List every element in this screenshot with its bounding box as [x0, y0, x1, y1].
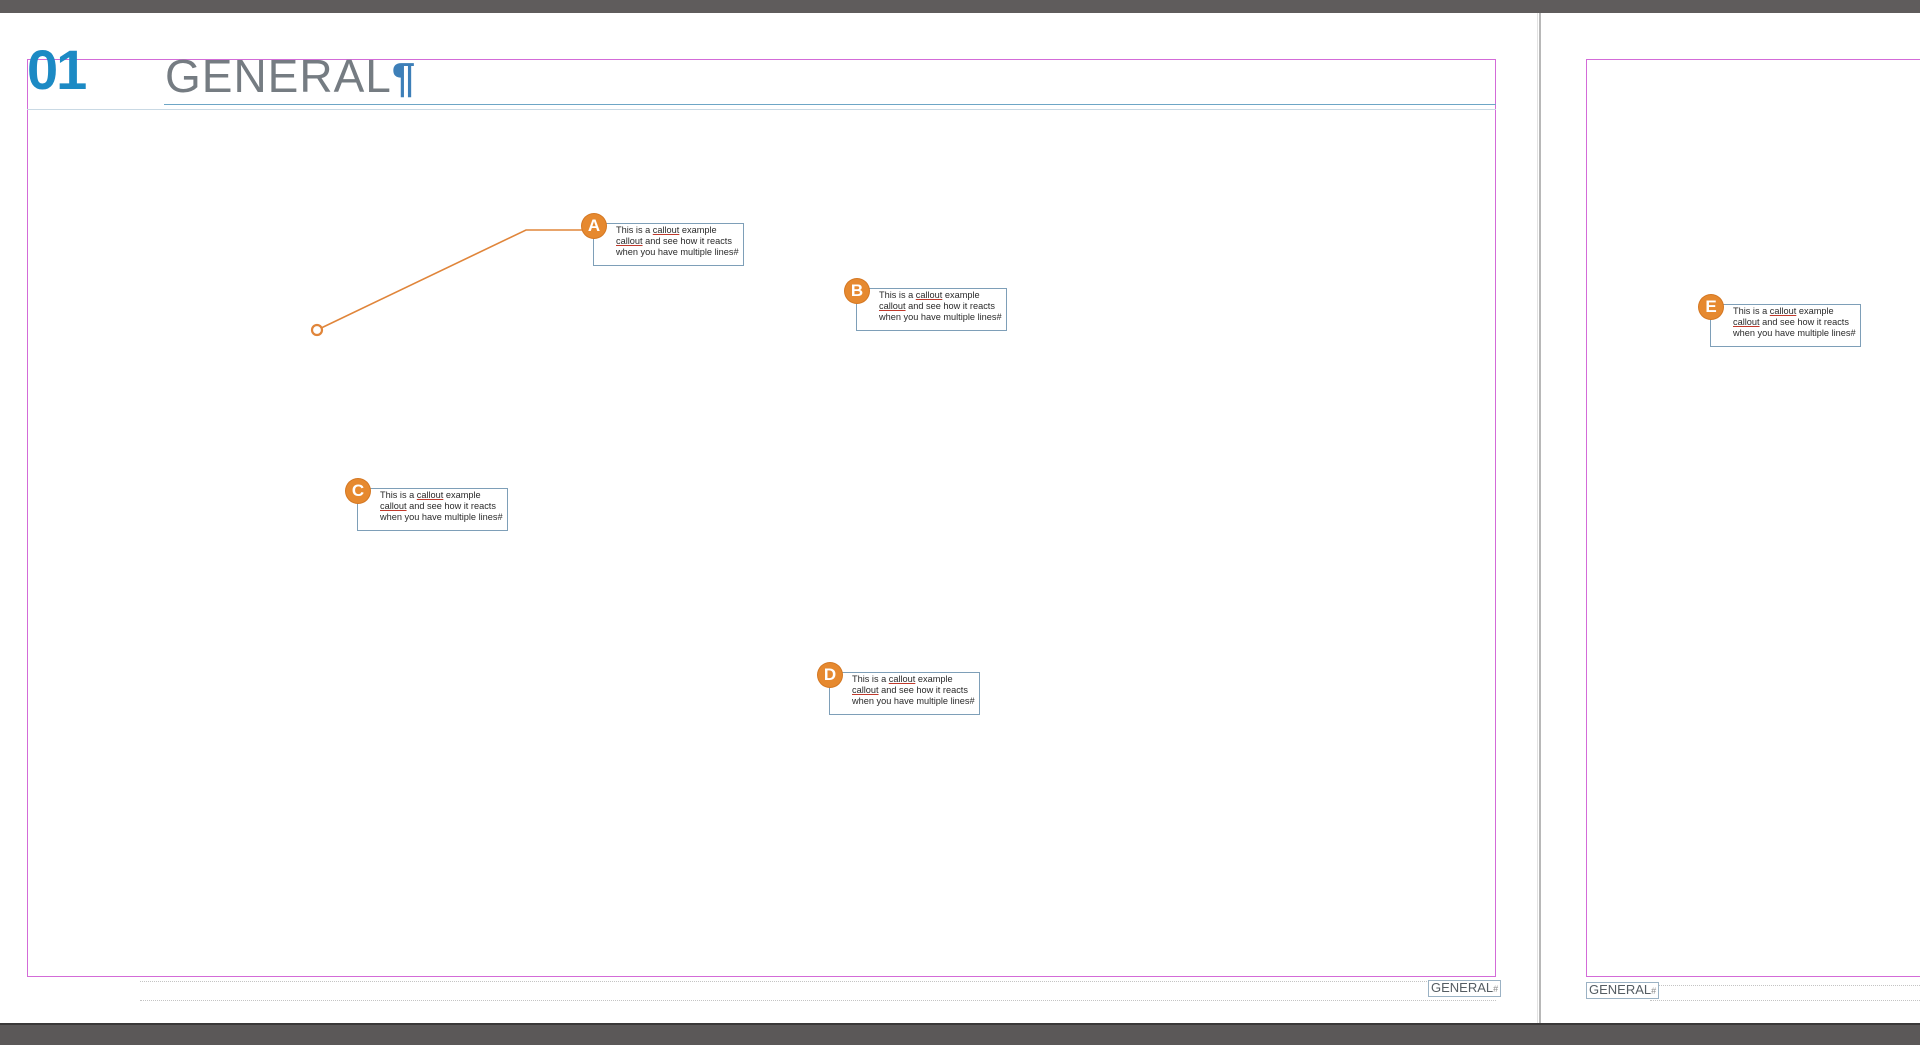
text-word-callout-1: callout: [416, 490, 444, 500]
footer-guide-line: [1650, 1000, 1920, 1001]
pasteboard-top-bar: [0, 0, 1920, 13]
callout-badge-d: D: [818, 663, 842, 687]
callout-badge-c: C: [346, 479, 370, 503]
header-rule-secondary: [27, 109, 1496, 110]
header-rule: [164, 104, 1496, 105]
text-part1: This is a: [1733, 306, 1770, 316]
text-word-callout-2: callout: [616, 236, 643, 246]
text-part1: This is a: [380, 490, 417, 500]
text-part1: This is a: [879, 290, 916, 300]
section-title: GENERAL: [165, 50, 392, 102]
text-word-callout-2: callout: [852, 685, 879, 695]
text-end-mark: #: [1850, 328, 1856, 338]
indesign-canvas[interactable]: 01 GENERAL¶ A This is a callout example …: [0, 0, 1920, 1045]
text-part1: This is a: [616, 225, 653, 235]
running-footer-right-text: GENERAL: [1589, 982, 1652, 997]
footer-guide-line: [140, 981, 1427, 982]
running-footer-right[interactable]: GENERAL#: [1586, 982, 1660, 999]
footer-guide-line: [140, 1000, 1496, 1001]
text-word-callout-2: callout: [879, 301, 906, 311]
callout-badge-a: A: [582, 214, 606, 238]
chapter-number[interactable]: 01: [27, 42, 87, 98]
text-end-mark: #: [733, 247, 739, 257]
text-part2: example: [942, 290, 980, 300]
spread-divider: [1539, 13, 1541, 1023]
text-part1: This is a: [852, 674, 889, 684]
footer-guide-line: [1650, 985, 1920, 986]
text-part2: example: [443, 490, 481, 500]
callout-frame-c[interactable]: C This is a callout example callout and …: [346, 479, 508, 531]
callout-frame-b[interactable]: B This is a callout example callout and …: [845, 279, 1007, 331]
running-footer-right-mark: #: [1651, 986, 1657, 996]
callout-frame-e[interactable]: E This is a callout example callout and …: [1699, 295, 1861, 347]
page-edge-shadow: [1537, 13, 1538, 1023]
text-word-callout-1: callout: [652, 225, 680, 235]
text-part2: example: [915, 674, 953, 684]
text-word-callout-1: callout: [915, 290, 943, 300]
section-title-frame[interactable]: GENERAL¶: [165, 53, 416, 99]
callout-text-b: This is a callout example callout and se…: [879, 290, 1007, 323]
text-word-callout-1: callout: [888, 674, 916, 684]
running-footer-left-mark: #: [1493, 984, 1499, 994]
callout-badge-b: B: [845, 279, 869, 303]
text-end-mark: #: [996, 312, 1002, 322]
pasteboard-bottom-bar: [0, 1023, 1920, 1045]
left-page-margin-guide: [27, 59, 1496, 977]
text-word-callout-2: callout: [380, 501, 407, 511]
pilcrow-mark: ¶: [391, 54, 417, 101]
callout-text-d: This is a callout example callout and se…: [852, 674, 980, 707]
callout-text-c: This is a callout example callout and se…: [380, 490, 508, 523]
callout-frame-a[interactable]: A This is a callout example callout and …: [582, 214, 744, 266]
callout-badge-e: E: [1699, 295, 1723, 319]
right-page-margin-guide: [1586, 59, 1920, 977]
text-word-callout-2: callout: [1733, 317, 1760, 327]
text-end-mark: #: [969, 696, 975, 706]
callout-text-a: This is a callout example callout and se…: [616, 225, 744, 258]
callout-text-e: This is a callout example callout and se…: [1733, 306, 1861, 339]
text-part2: example: [679, 225, 717, 235]
text-part2: example: [1796, 306, 1834, 316]
text-word-callout-1: callout: [1769, 306, 1797, 316]
callout-frame-d[interactable]: D This is a callout example callout and …: [818, 663, 980, 715]
text-end-mark: #: [497, 512, 503, 522]
running-footer-left-text: GENERAL: [1431, 980, 1494, 995]
running-footer-left[interactable]: GENERAL#: [1428, 980, 1502, 997]
